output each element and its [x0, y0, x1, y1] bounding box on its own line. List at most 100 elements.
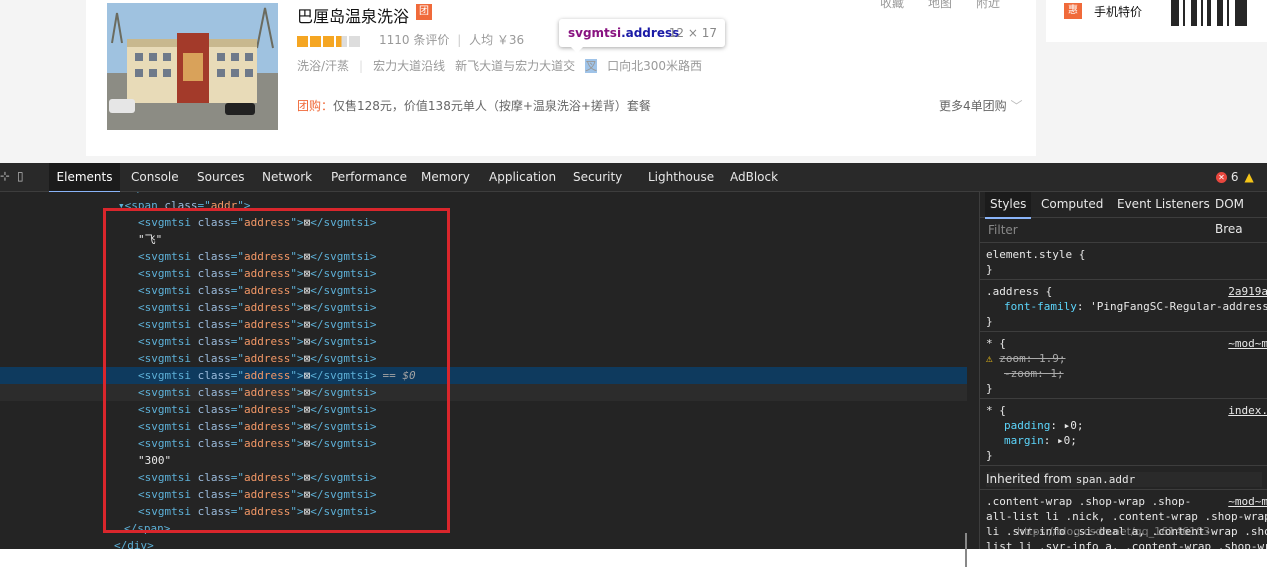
tab-network[interactable]: Network: [262, 163, 312, 191]
warning-icon: ⚠: [986, 352, 993, 365]
tag-area[interactable]: 宏力大道沿线: [373, 59, 445, 73]
nearby-link[interactable]: 附近: [976, 0, 1000, 10]
tab-lighthouse[interactable]: Lighthouse: [648, 163, 714, 191]
qr-code: [1171, 0, 1247, 26]
shop-tags: 洗浴/汗蒸 | 宏力大道沿线 新飞大道与宏力大道交叉口向北300米路西: [297, 57, 712, 74]
tab-console[interactable]: Console: [131, 163, 179, 191]
star-half-icon: [336, 36, 347, 47]
deal-label: 团购：: [297, 99, 334, 113]
tab-dom-breakpoints[interactable]: DOM Brea: [1215, 192, 1267, 236]
margin-declaration[interactable]: margin: ▸0;: [1004, 433, 1077, 448]
error-count: 6: [1230, 170, 1239, 184]
divider: [980, 242, 1267, 243]
shop-photo[interactable]: [107, 3, 278, 130]
star-rule-source[interactable]: ~mod~m: [1228, 336, 1267, 351]
address-rule-declaration[interactable]: font-family: 'PingFangSC-Regular-address: [1004, 299, 1267, 314]
divider: [980, 489, 1267, 490]
map-link[interactable]: 地图: [928, 0, 952, 10]
rule-close: }: [986, 382, 993, 395]
address-highlight: 叉: [585, 59, 598, 73]
review-count[interactable]: 1110 条评价: [379, 33, 449, 47]
inherited-label: Inherited from: [986, 472, 1072, 486]
dom-node-text: </div>: [114, 539, 154, 549]
device-toolbar-icon[interactable]: ▯: [17, 169, 31, 183]
star-rule-selector[interactable]: * {: [986, 336, 1006, 351]
tab-application[interactable]: Application: [489, 163, 556, 191]
zoom-declaration[interactable]: ⚠ zoom: 1.9;: [986, 351, 1065, 366]
tab-event-listeners[interactable]: Event Listeners: [1117, 192, 1210, 217]
star-icon: [310, 36, 321, 47]
star-empty-icon: [349, 36, 360, 47]
shop-meta: 1110 条评价 | 人均 ￥36: [379, 33, 525, 47]
content-rule-source[interactable]: ~mod~m: [1228, 494, 1267, 509]
divider: [980, 465, 1267, 466]
rating-stars: [297, 32, 362, 47]
rule-close: }: [986, 315, 993, 328]
content-rule-selector-cont: list li .svr-info a, .content-wrap .shop…: [986, 540, 1267, 549]
chevron-down-icon: ﹀: [1010, 99, 1023, 113]
web-page: 巴厘岛温泉洗浴 团 1110 条评价 | 人均 ￥36 洗浴/汗蒸 | 宏力大道沿线…: [0, 0, 1267, 163]
tag-category[interactable]: 洗浴/汗蒸: [297, 59, 349, 73]
more-deals-link[interactable]: 更多4单团购 ﹀: [939, 97, 1022, 114]
star-icon: [323, 36, 334, 47]
rule-close: }: [986, 263, 993, 276]
prop-name: font-family: [1004, 300, 1077, 313]
tuan-badge: 团: [416, 4, 432, 20]
inspect-tooltip: svgmtsi.address 12 × 17: [559, 19, 725, 53]
styles-filter-input[interactable]: Filter: [988, 223, 1018, 237]
prop-name: padding: [1004, 419, 1051, 432]
dom-node-text: </a>: [130, 192, 157, 195]
zoom2-prop: -zoom: 1;: [1004, 367, 1064, 380]
dom-tree-scrollbar[interactable]: [965, 533, 967, 567]
tab-security[interactable]: Security: [573, 163, 622, 191]
tooltip-size: 12 × 17: [668, 26, 717, 40]
mobile-deal-label[interactable]: 手机特价: [1094, 3, 1142, 20]
shop-name[interactable]: 巴厘岛温泉洗浴: [297, 3, 409, 27]
inherited-from[interactable]: span.addr: [1076, 473, 1136, 486]
address-rule-source[interactable]: 2a919a: [1228, 284, 1267, 299]
issue-counts[interactable]: ✕ 6▲ 28: [1216, 163, 1267, 212]
deal-text: 仅售128元，价值138元单人（按摩+温泉洗浴+搓背）套餐: [333, 99, 651, 113]
tab-memory[interactable]: Memory: [421, 163, 470, 191]
divider: [980, 331, 1267, 332]
expand-triangle-icon[interactable]: ▸: [1057, 434, 1064, 447]
tab-computed[interactable]: Computed: [1041, 192, 1103, 217]
mobile-badge: 惠: [1064, 3, 1082, 19]
tab-adblock[interactable]: AdBlock: [730, 163, 778, 191]
element-style-rule[interactable]: element.style {: [986, 247, 1085, 262]
highlight-box: [103, 208, 450, 533]
more-deals-label: 更多4单团购: [939, 99, 1007, 113]
devtools-tab-bar: ⊹ ▯ Elements Console Sources Network Per…: [0, 163, 1267, 212]
padding-declaration[interactable]: padding: ▸0;: [1004, 418, 1083, 433]
watermark: https://blog.csdn.net/qq_16146103: [1017, 525, 1211, 538]
address-text-after: 口向北300米路西: [607, 59, 703, 73]
address-rule-selector[interactable]: .address {: [986, 284, 1052, 299]
favorite-link[interactable]: 收藏: [880, 0, 904, 10]
shop-address: 新飞大道与宏力大道交叉口向北300米路西: [455, 59, 712, 73]
star2-rule-source[interactable]: index.: [1228, 403, 1267, 418]
tab-styles[interactable]: Styles: [985, 192, 1032, 219]
styles-tab-bar: Styles Computed Event Listeners DOM Brea: [980, 192, 1267, 236]
inherited-header: Inherited from span.addr: [986, 472, 1262, 487]
dom-node[interactable]: </div>: [0, 537, 967, 549]
tooltip-selector: svgmtsi.address: [568, 19, 679, 47]
prop-value: 'PingFangSC-Regular-address: [1090, 300, 1267, 313]
top-actions: 收藏 地图 附近: [880, 0, 1024, 11]
divider: [980, 398, 1267, 399]
devtools-panel: ⊹ ▯ Elements Console Sources Network Per…: [0, 163, 1267, 567]
prop-value: 0;: [1063, 434, 1077, 447]
divider: [980, 279, 1267, 280]
tab-elements[interactable]: Elements: [49, 163, 120, 193]
address-text-before: 新飞大道与宏力大道交: [455, 59, 576, 73]
zoom2-declaration[interactable]: -zoom: 1;: [1004, 366, 1064, 381]
star-icon: [297, 36, 308, 47]
tab-performance[interactable]: Performance: [331, 163, 407, 191]
content-rule-selector[interactable]: .content-wrap .shop-wrap .shop-: [986, 494, 1191, 509]
star2-rule-selector[interactable]: * {: [986, 403, 1006, 418]
tab-sources[interactable]: Sources: [197, 163, 244, 191]
styles-pane: Styles Computed Event Listeners DOM Brea…: [979, 192, 1267, 549]
prop-name: margin: [1004, 434, 1044, 447]
deal-line[interactable]: 团购：仅售128元，价值138元单人（按摩+温泉洗浴+搓背）套餐: [297, 97, 651, 114]
tooltip-tag: svgmtsi: [568, 26, 622, 40]
inspect-icon[interactable]: ⊹: [0, 169, 14, 183]
